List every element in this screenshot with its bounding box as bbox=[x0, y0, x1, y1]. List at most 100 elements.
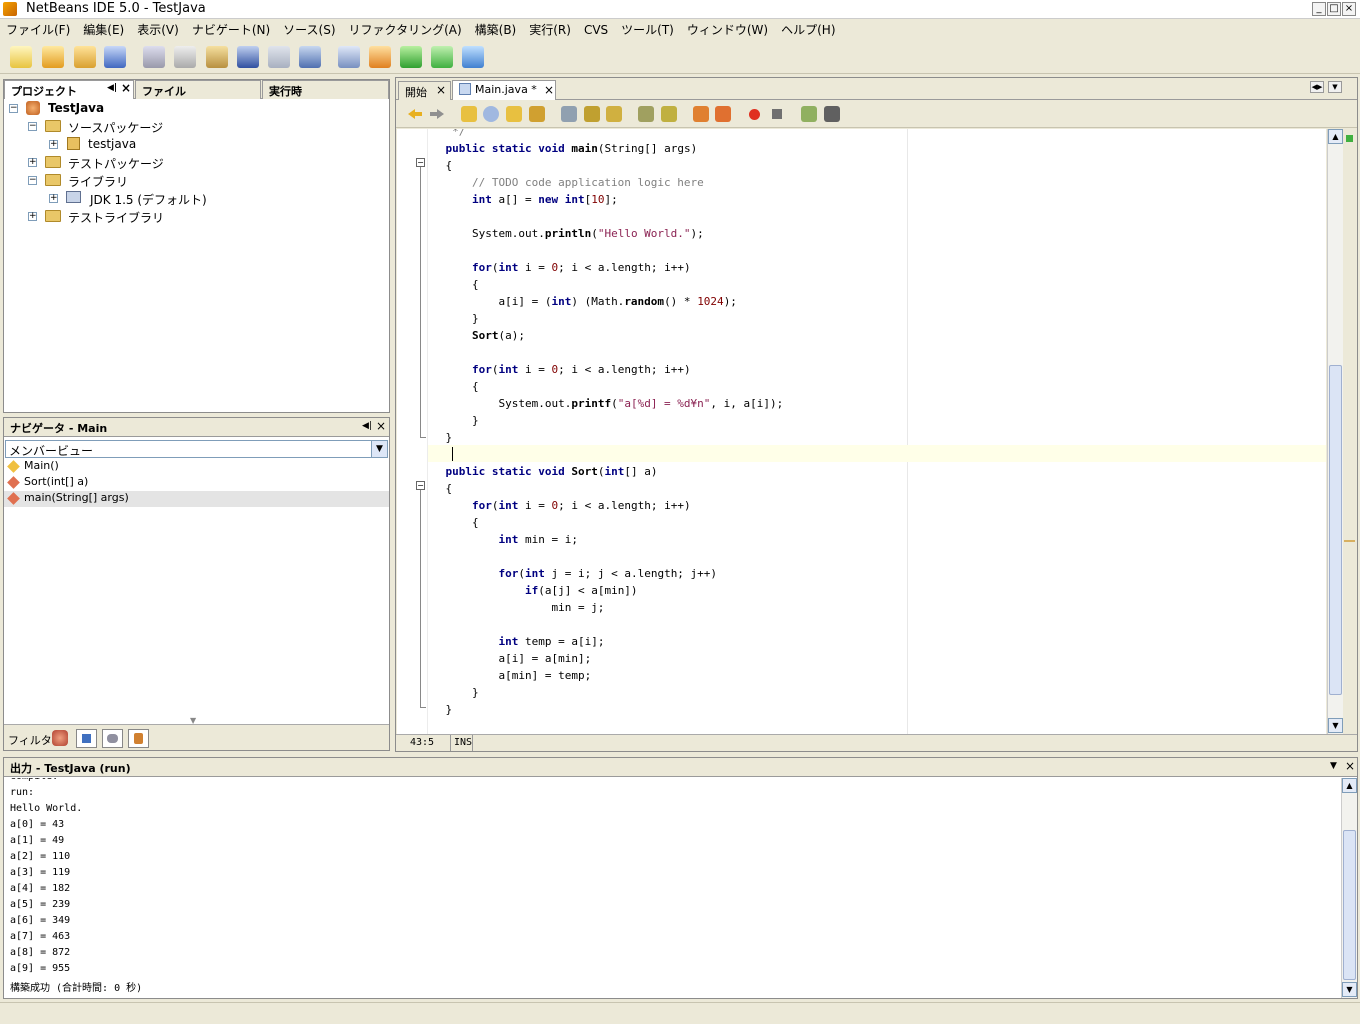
editor-scrollbar[interactable]: ▲ ▼ bbox=[1327, 129, 1343, 734]
minimize-panel-icon[interactable]: ◀| bbox=[107, 83, 117, 93]
tab-runtime[interactable]: 実行時 bbox=[262, 80, 389, 99]
clear-bookmarks-icon[interactable] bbox=[661, 106, 677, 122]
menu-navigate[interactable]: ナビゲート(N) bbox=[192, 21, 270, 38]
filter-inherited-button[interactable] bbox=[102, 729, 123, 748]
clean-build-icon[interactable] bbox=[369, 46, 391, 68]
forward-icon[interactable] bbox=[430, 109, 444, 119]
menu-tools[interactable]: ツール(T) bbox=[621, 21, 674, 38]
tree-item-libraries[interactable]: ライブラリ bbox=[68, 173, 128, 190]
new-project-icon[interactable] bbox=[42, 46, 64, 68]
toggle-highlight-icon[interactable] bbox=[561, 106, 577, 122]
scroll-up-icon[interactable]: ▲ bbox=[1342, 778, 1357, 793]
code-editor[interactable]: − − */ public static void main(String[] … bbox=[397, 129, 1326, 734]
shift-left-icon[interactable] bbox=[693, 106, 709, 122]
close-button[interactable]: × bbox=[1342, 2, 1356, 16]
record-macro-icon[interactable] bbox=[749, 109, 760, 120]
tree-item-source-packages[interactable]: ソースパッケージ bbox=[68, 119, 163, 136]
new-file-icon[interactable] bbox=[10, 46, 32, 68]
tree-item-testjava-package[interactable]: testjava bbox=[88, 137, 136, 151]
nav-item-constructor[interactable]: Main() bbox=[24, 459, 59, 472]
undo-icon[interactable] bbox=[237, 46, 259, 68]
scroll-down-icon[interactable]: ▼ bbox=[1328, 718, 1343, 733]
menu-cvs[interactable]: CVS bbox=[584, 23, 608, 37]
menu-file[interactable]: ファイル(F) bbox=[6, 21, 70, 38]
debug-icon[interactable] bbox=[431, 46, 453, 68]
minimize-panel-icon[interactable]: ◀| bbox=[362, 421, 372, 431]
expand-icon[interactable]: + bbox=[28, 212, 37, 221]
tree-item-test-packages[interactable]: テストパッケージ bbox=[68, 155, 164, 172]
code-line: } bbox=[419, 703, 453, 716]
tab-files-label: ファイル bbox=[142, 85, 186, 98]
find-next-icon[interactable] bbox=[529, 106, 545, 122]
nav-item-sort[interactable]: Sort(int[] a) bbox=[24, 475, 88, 488]
close-tab-icon[interactable]: × bbox=[121, 81, 131, 95]
open-project-icon[interactable] bbox=[74, 46, 96, 68]
toggle-bookmark-icon[interactable] bbox=[638, 106, 654, 122]
minimize-panel-icon[interactable]: ▼ bbox=[1330, 761, 1337, 771]
expand-icon[interactable]: + bbox=[28, 158, 37, 167]
collapse-icon[interactable]: − bbox=[9, 104, 18, 113]
previous-bookmark-icon[interactable] bbox=[584, 106, 600, 122]
collapse-icon[interactable]: − bbox=[28, 122, 37, 131]
close-tab-icon[interactable]: × bbox=[544, 83, 554, 97]
uncomment-icon[interactable] bbox=[824, 106, 840, 122]
menu-build[interactable]: 構築(B) bbox=[475, 21, 517, 38]
stop-macro-icon[interactable] bbox=[772, 109, 782, 119]
nav-item-main[interactable]: main(String[] args) bbox=[24, 491, 129, 504]
scroll-up-icon[interactable]: ▲ bbox=[1328, 129, 1343, 144]
tab-main-java[interactable]: Main.java * bbox=[452, 80, 556, 100]
tree-item-test-libraries[interactable]: テストライブラリ bbox=[68, 209, 164, 226]
scroll-thumb[interactable] bbox=[1329, 365, 1342, 695]
filter-nonpublic-button[interactable] bbox=[128, 729, 149, 748]
comment-icon[interactable] bbox=[801, 106, 817, 122]
close-tab-icon[interactable]: × bbox=[436, 83, 446, 97]
close-panel-icon[interactable]: × bbox=[1345, 759, 1355, 773]
copy-icon[interactable] bbox=[174, 46, 196, 68]
filter-fields-icon[interactable] bbox=[52, 730, 68, 746]
build-icon[interactable] bbox=[338, 46, 360, 68]
scroll-down-icon[interactable]: ▼ bbox=[1342, 982, 1357, 997]
current-line-highlight bbox=[428, 445, 1326, 462]
member-view-select[interactable]: メンバービュー ▼ bbox=[5, 440, 388, 458]
profile-icon[interactable] bbox=[462, 46, 484, 68]
shift-right-icon[interactable] bbox=[715, 106, 731, 122]
expand-icon[interactable]: + bbox=[49, 140, 58, 149]
maximize-button[interactable]: □ bbox=[1327, 2, 1341, 16]
collapse-icon[interactable]: − bbox=[28, 176, 37, 185]
paste-icon[interactable] bbox=[206, 46, 228, 68]
run-icon[interactable] bbox=[400, 46, 422, 68]
tree-item-jdk[interactable]: JDK 1.5 (デフォルト) bbox=[90, 191, 207, 208]
find-previous-icon[interactable] bbox=[506, 106, 522, 122]
scroll-thumb[interactable] bbox=[1343, 830, 1356, 980]
code-line: for(int i = 0; i < a.length; i++) bbox=[471, 499, 691, 512]
next-bookmark-icon[interactable] bbox=[606, 106, 622, 122]
menu-run[interactable]: 実行(R) bbox=[529, 21, 571, 38]
minimize-button[interactable]: _ bbox=[1312, 2, 1326, 16]
tab-files[interactable]: ファイル bbox=[135, 80, 261, 99]
menu-view[interactable]: 表示(V) bbox=[137, 21, 179, 38]
search-icon[interactable] bbox=[483, 106, 499, 122]
menu-source[interactable]: ソース(S) bbox=[283, 21, 335, 38]
tree-item-testjava[interactable]: TestJava bbox=[48, 101, 104, 115]
redo-icon[interactable] bbox=[268, 46, 290, 68]
code-line: min = j; bbox=[419, 601, 605, 614]
menu-edit[interactable]: 編集(E) bbox=[83, 21, 124, 38]
menu-window[interactable]: ウィンドウ(W) bbox=[687, 21, 768, 38]
output-text[interactable]: compile: run: Hello World. a[0] = 43 a[1] = … bbox=[4, 778, 1340, 998]
menu-help[interactable]: ヘルプ(H) bbox=[781, 21, 835, 38]
filter-static-button[interactable] bbox=[76, 729, 97, 748]
chevron-down-icon[interactable]: ▼ bbox=[371, 441, 387, 457]
save-all-icon[interactable] bbox=[104, 46, 126, 68]
code-line: } bbox=[419, 414, 479, 427]
output-line: 構築成功 (合計時間: 0 秒) bbox=[10, 983, 143, 994]
find-selection-icon[interactable] bbox=[461, 106, 477, 122]
cut-icon[interactable] bbox=[143, 46, 165, 68]
find-icon[interactable] bbox=[299, 46, 321, 68]
menu-refactor[interactable]: リファクタリング(A) bbox=[349, 21, 462, 38]
close-panel-icon[interactable]: × bbox=[376, 419, 386, 433]
expand-icon[interactable]: + bbox=[49, 194, 58, 203]
output-scrollbar[interactable]: ▲ ▼ bbox=[1341, 778, 1357, 998]
tab-list-icon[interactable]: ▼ bbox=[1328, 81, 1342, 93]
back-icon[interactable] bbox=[408, 109, 422, 119]
scroll-tabs-left-icon[interactable]: ◀▶ bbox=[1310, 81, 1324, 93]
